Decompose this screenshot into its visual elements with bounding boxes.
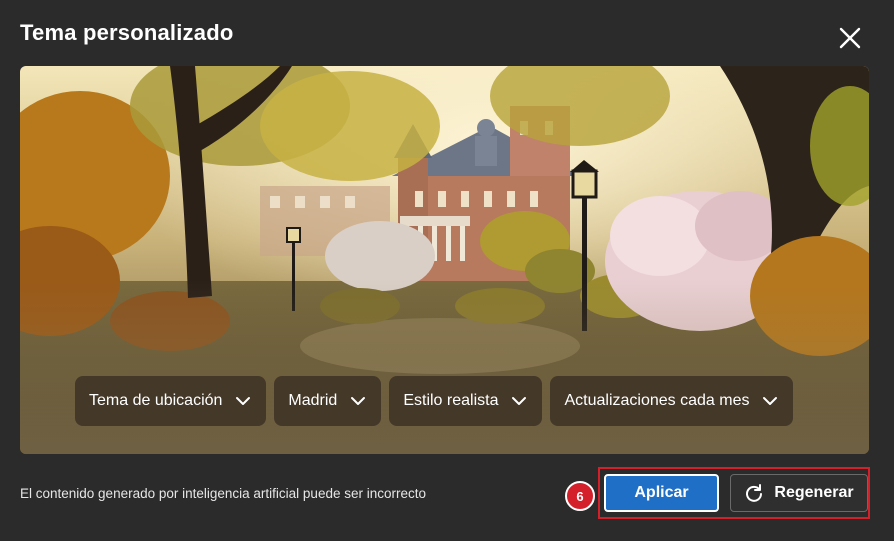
theme-options-row: Tema de ubicación Madrid Estilo realista… [75,376,794,426]
apply-button[interactable]: Aplicar [604,474,719,512]
chevron-down-icon [761,392,779,410]
update-frequency-label: Actualizaciones cada mes [564,392,750,409]
custom-theme-dialog: Tema personalizado Tema de ubicación Mad… [0,0,894,541]
refresh-icon [744,483,764,503]
regenerate-button[interactable]: Regenerar [730,474,868,512]
location-dropdown[interactable]: Madrid [274,376,382,426]
style-label: Estilo realista [403,392,499,409]
chevron-down-icon [349,392,367,410]
theme-type-label: Tema de ubicación [89,392,223,409]
chevron-down-icon [510,392,528,410]
update-frequency-dropdown[interactable]: Actualizaciones cada mes [550,376,794,426]
theme-type-dropdown[interactable]: Tema de ubicación [75,376,267,426]
ai-disclaimer-text: El contenido generado por inteligencia a… [20,486,426,501]
step-number-badge: 6 [565,481,595,511]
theme-preview-image: Tema de ubicación Madrid Estilo realista… [20,66,869,454]
location-label: Madrid [288,392,338,409]
close-button[interactable] [832,20,868,56]
chevron-down-icon [234,392,252,410]
regenerate-label: Regenerar [774,484,854,501]
close-icon [839,27,861,49]
style-dropdown[interactable]: Estilo realista [389,376,543,426]
dialog-title: Tema personalizado [20,20,234,45]
